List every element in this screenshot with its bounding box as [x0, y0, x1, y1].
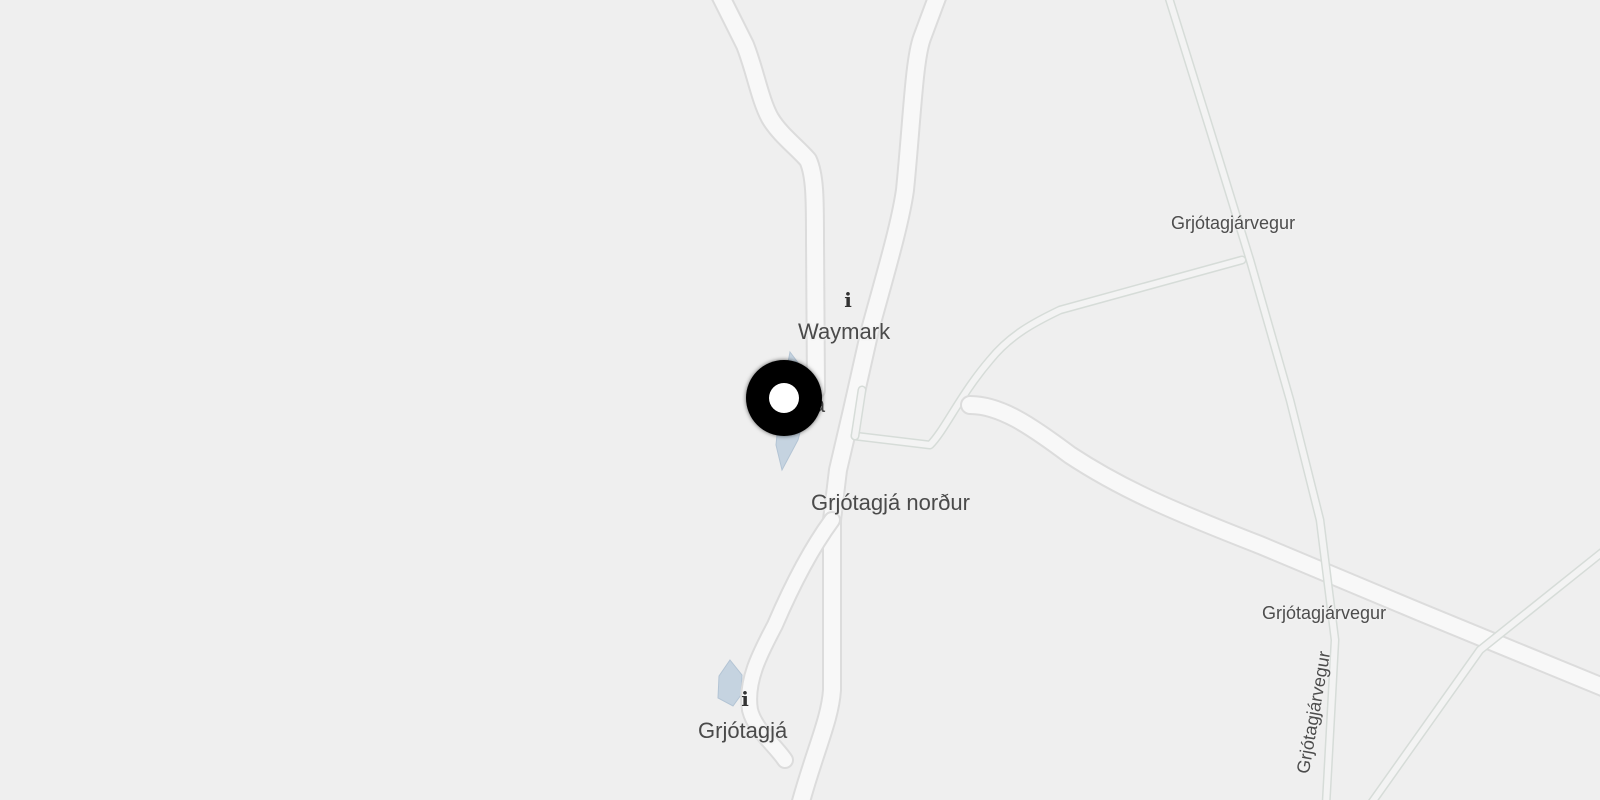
current-location-dot: [769, 383, 799, 413]
road-label-grjotagjarvegur-north: Grjótagjárvegur: [1171, 213, 1296, 233]
place-label-grjotagja-nordur[interactable]: Grjótagjá norður: [811, 490, 970, 516]
poi-label-grjotagja[interactable]: Grjótagjá: [698, 718, 787, 744]
map-view[interactable]: i Waymark já Grjótagjá norður i Grjótagj…: [0, 0, 1600, 800]
poi-label-waymark[interactable]: Waymark: [798, 319, 890, 345]
road-connector-fill: [852, 257, 1245, 448]
current-location-marker[interactable]: [746, 360, 822, 436]
road-label-grjotagjarvegur-east: Grjótagjárvegur: [1262, 603, 1387, 623]
road-connector[interactable]: [850, 255, 1247, 450]
info-icon[interactable]: i: [840, 288, 856, 312]
info-icon[interactable]: i: [737, 687, 753, 711]
